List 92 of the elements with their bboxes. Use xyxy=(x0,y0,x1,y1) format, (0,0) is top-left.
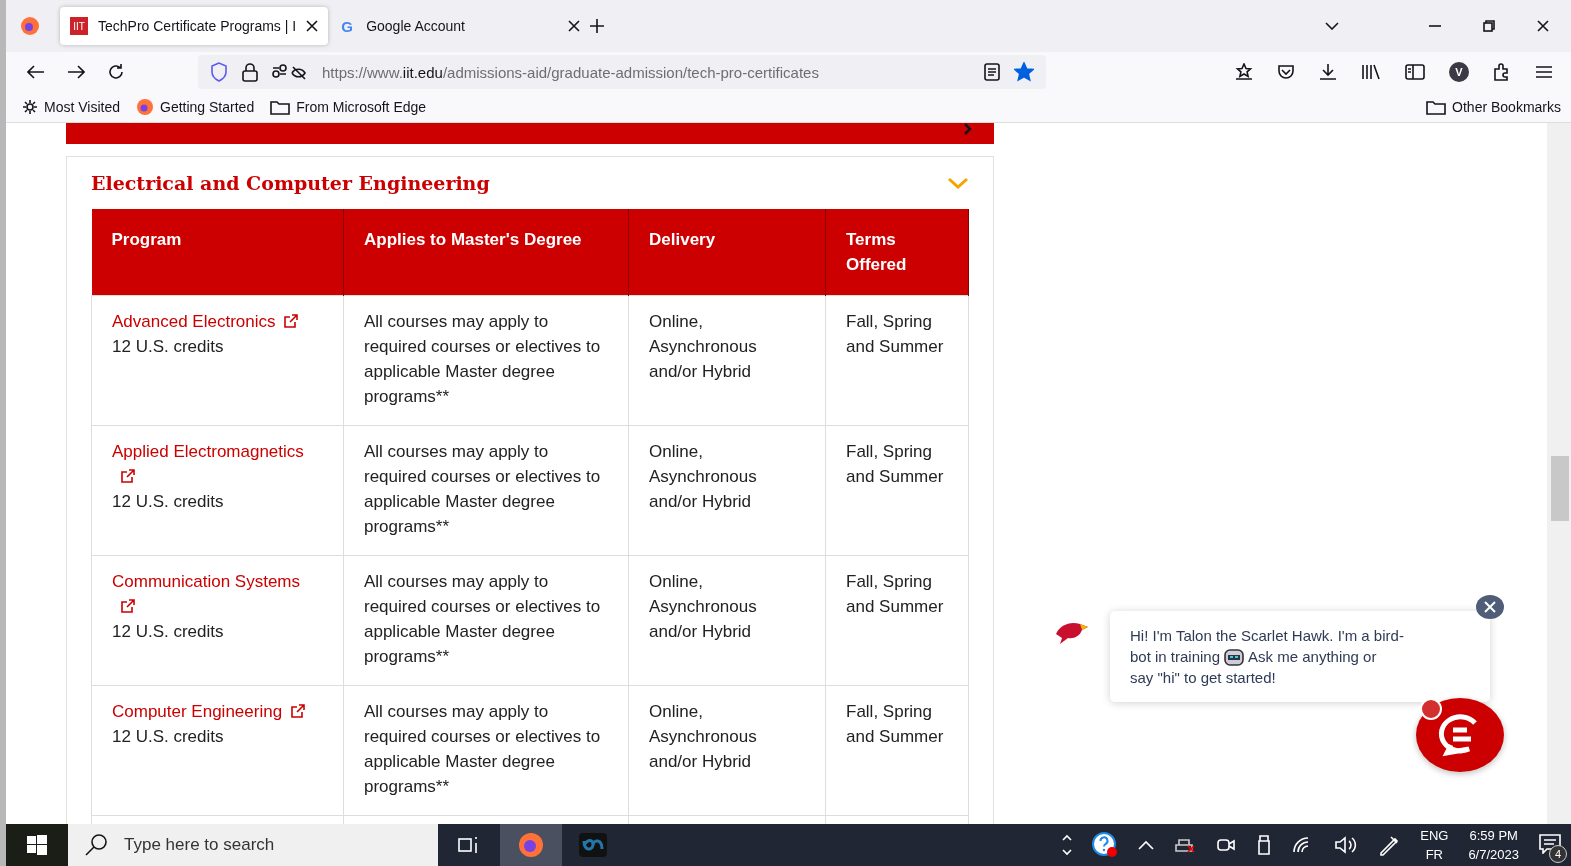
browser-tab[interactable]: IIT TechPro Certificate Programs | I xyxy=(60,7,329,45)
external-link-icon[interactable] xyxy=(120,598,136,614)
firefox-icon[interactable] xyxy=(136,98,154,116)
bookmark-link[interactable]: Other Bookmarks xyxy=(1452,99,1561,115)
table-cell: Online, Asynchronous and/or Hybrid xyxy=(628,555,826,686)
browser-tab[interactable]: G Google Account xyxy=(328,7,591,45)
app-icon[interactable] xyxy=(579,833,607,857)
column-header: Delivery xyxy=(628,209,826,296)
credits-text: 12 U.S. credits xyxy=(112,492,224,511)
close-icon[interactable] xyxy=(306,20,319,32)
folder-icon[interactable] xyxy=(1426,99,1447,115)
program-link[interactable]: Applied Electromagnetics xyxy=(112,442,304,461)
table-cell: All courses may apply to required courses or electives to applicable Master degree programs** xyxy=(343,685,629,816)
profile-avatar[interactable]: V xyxy=(1449,62,1469,82)
permissions-icon[interactable] xyxy=(272,63,308,81)
external-link-icon[interactable] xyxy=(120,468,136,484)
bookmark-link[interactable]: Most Visited xyxy=(44,99,120,115)
chat-message: Ask me anything or xyxy=(1248,647,1377,667)
overflow-arrows-icon[interactable] xyxy=(1062,834,1073,856)
windows-logo-icon xyxy=(27,835,47,855)
clock[interactable]: 6:59 PM 6/7/2023 xyxy=(1468,826,1519,864)
reader-view-icon[interactable] xyxy=(984,63,1000,81)
chat-message: bot in training xyxy=(1130,647,1221,667)
shield-icon[interactable] xyxy=(210,62,228,82)
table-cell: All courses may apply to required courses or electives to applicable Master degree programs** xyxy=(343,555,629,686)
search-icon[interactable] xyxy=(84,833,108,857)
credits-text: 12 U.S. credits xyxy=(112,337,224,356)
search-field[interactable]: Type here to search xyxy=(68,824,438,866)
star-icon[interactable] xyxy=(1014,62,1034,82)
plus-icon[interactable] xyxy=(590,19,605,33)
favicon: IIT xyxy=(70,17,88,35)
volume-icon[interactable] xyxy=(1334,836,1359,854)
scrollbar[interactable] xyxy=(1547,123,1571,824)
back-arrow-icon[interactable] xyxy=(27,65,45,79)
start-button[interactable] xyxy=(6,824,68,866)
column-header: Applies to Master's Degree xyxy=(343,209,629,296)
credits-text: 12 U.S. credits xyxy=(112,727,224,746)
table-cell: All courses may apply to required courses or electives to applicable Master degree programs** xyxy=(343,295,629,426)
hawk-icon xyxy=(1054,620,1090,646)
chevron-right-icon xyxy=(964,123,972,135)
pocket-icon[interactable] xyxy=(1277,64,1295,80)
program-link[interactable]: Computer Engineering xyxy=(112,702,283,721)
chat-button[interactable] xyxy=(1416,698,1504,772)
chat-message: Hi! I'm Talon the Scarlet Hawk. I'm a bird- xyxy=(1130,626,1404,646)
column-header: Program xyxy=(91,209,344,296)
table-cell: Fall, Spring and Summer xyxy=(825,555,969,686)
table-cell: All courses may apply to required courses or electives to applicable Master degree programs** xyxy=(343,425,629,556)
program-link[interactable]: Advanced Electronics xyxy=(112,312,276,331)
firefox-icon[interactable] xyxy=(518,832,544,858)
close-icon[interactable] xyxy=(1537,20,1549,32)
table-cell: Online, Asynchronous and/or Hybrid xyxy=(628,425,826,556)
language-indicator[interactable]: ENG FR xyxy=(1420,826,1449,864)
pen-icon[interactable] xyxy=(1378,834,1401,856)
usb-drive-icon[interactable] xyxy=(1256,835,1273,855)
external-link-icon[interactable] xyxy=(283,313,300,329)
lock-icon[interactable] xyxy=(242,62,258,82)
table-cell: Fall, Spring and Summer xyxy=(825,295,969,426)
forward-arrow-icon[interactable] xyxy=(67,65,85,79)
credits-text: 12 U.S. credits xyxy=(112,622,224,641)
close-button[interactable] xyxy=(1476,595,1504,619)
reload-icon[interactable] xyxy=(107,63,125,81)
firefox-icon[interactable] xyxy=(20,16,40,36)
chevron-up-icon[interactable] xyxy=(1138,840,1155,850)
bookmark-link[interactable]: Getting Started xyxy=(160,99,255,115)
restore-icon[interactable] xyxy=(1483,20,1495,32)
robot-icon xyxy=(1224,647,1245,666)
menu-icon[interactable] xyxy=(1535,65,1553,79)
chevron-down-icon[interactable] xyxy=(1325,22,1339,30)
chat-message: say "hi" to get started! xyxy=(1130,668,1276,688)
folder-icon[interactable] xyxy=(270,99,291,115)
table-cell: Online, Asynchronous and/or Hybrid xyxy=(628,295,826,426)
table-cell: Fall, Spring and Summer xyxy=(825,685,969,816)
puzzle-icon[interactable] xyxy=(1493,63,1511,81)
printer-icon[interactable] xyxy=(1174,837,1197,853)
close-icon xyxy=(1484,601,1496,613)
help-icon[interactable] xyxy=(1092,832,1119,858)
table-cell: Online, Asynchronous and/or Hybrid xyxy=(628,685,826,816)
program-link[interactable]: Communication Systems xyxy=(112,572,300,591)
close-icon[interactable] xyxy=(568,20,581,32)
table-cell: Fall, Spring and Summer xyxy=(825,425,969,556)
column-header: Terms Offered xyxy=(825,209,969,296)
camera-icon[interactable] xyxy=(1216,836,1237,854)
favicon: G xyxy=(340,17,354,35)
external-link-icon[interactable] xyxy=(290,703,307,719)
sidebar-icon[interactable] xyxy=(1405,64,1425,80)
section-title[interactable]: Electrical and Computer Engineering xyxy=(91,172,490,194)
bookmark-link[interactable]: From Microsoft Edge xyxy=(296,99,427,115)
gear-icon[interactable] xyxy=(22,99,38,115)
notification-count: 4 xyxy=(1549,844,1567,863)
star-tray-icon[interactable] xyxy=(1235,63,1253,81)
download-icon[interactable] xyxy=(1319,63,1337,81)
library-icon[interactable] xyxy=(1361,64,1381,80)
